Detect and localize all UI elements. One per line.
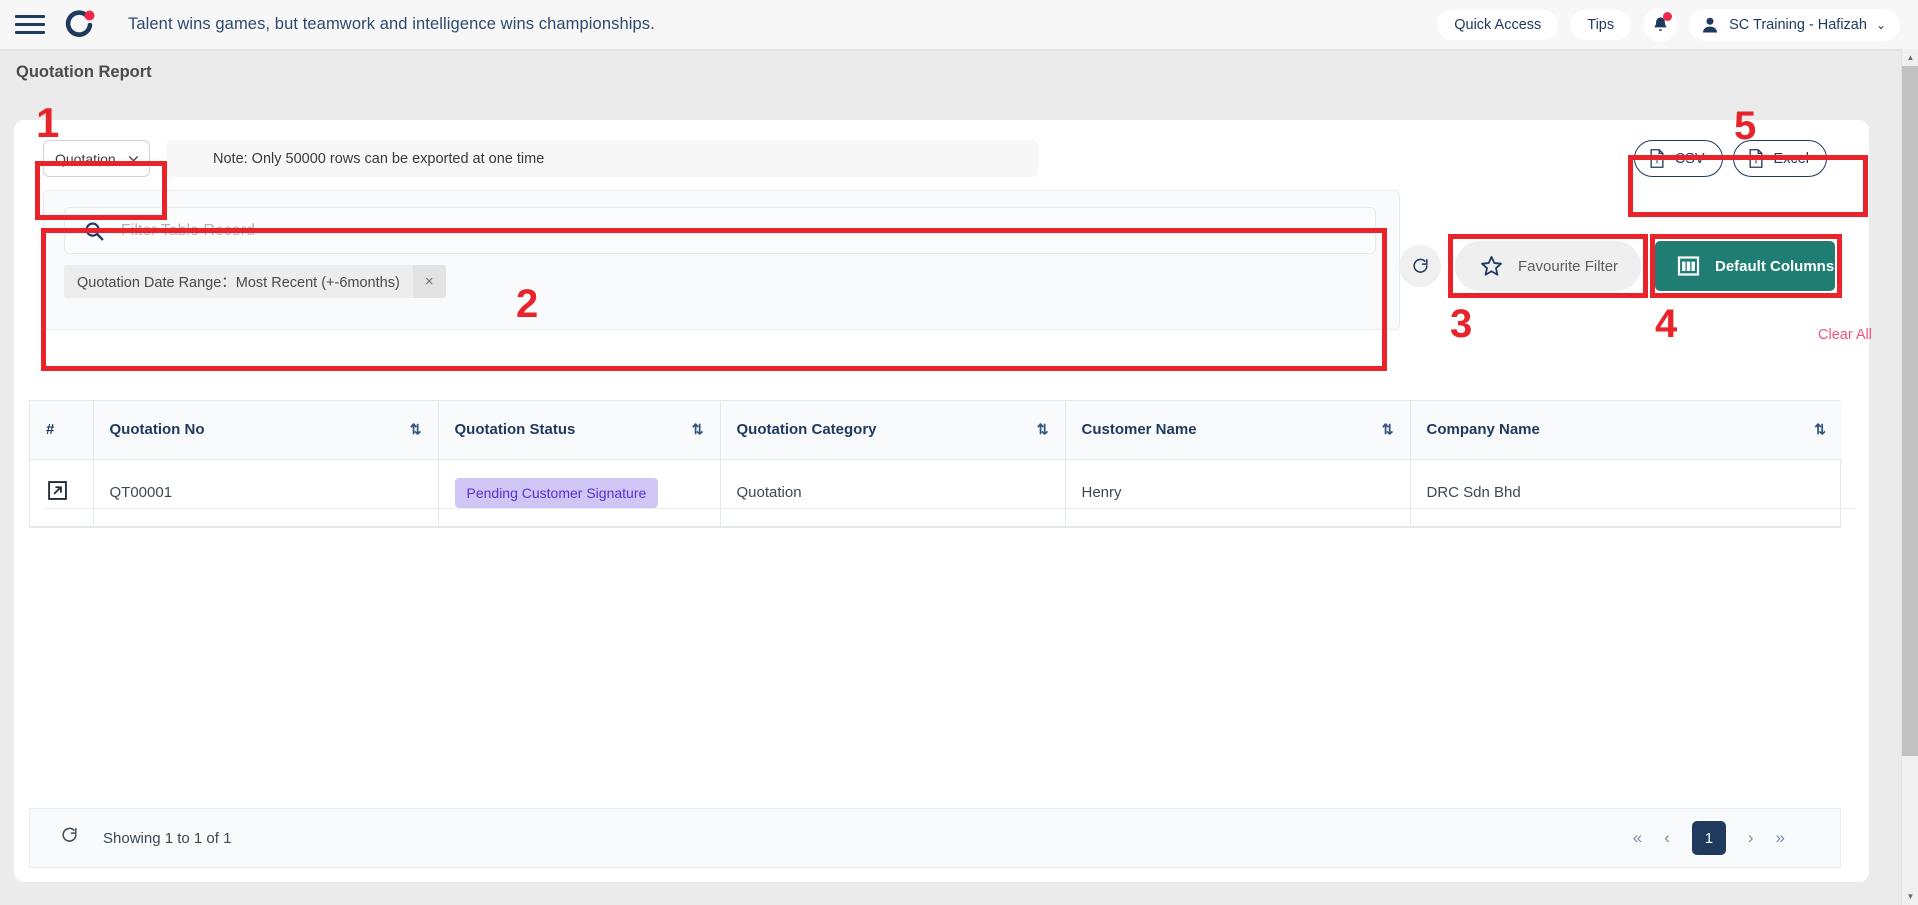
annotation-number-2: 2 (516, 282, 539, 326)
search-icon (85, 222, 104, 240)
sort-toggle-icon[interactable]: ⇅ (410, 421, 422, 438)
column-header-quotation-category[interactable]: Quotation Category ⇅ (720, 401, 1066, 460)
annotation-number-4: 4 (1655, 302, 1678, 346)
file-export-icon: x (1749, 149, 1763, 168)
column-header-label: Company Name (1426, 421, 1540, 439)
page-title: Quotation Report (16, 63, 152, 81)
cell-quotation-status: Pending Customer Signature (438, 459, 721, 527)
column-header-quotation-no[interactable]: Quotation No ⇅ (93, 401, 439, 460)
pagination: « ‹ 1 › » (1633, 821, 1840, 855)
pagination-page-1[interactable]: 1 (1691, 821, 1726, 855)
default-columns-label: Default Columns (1715, 257, 1835, 275)
showing-count-label: Showing 1 to 1 of 1 (103, 829, 232, 847)
sort-toggle-icon[interactable]: ⇅ (1814, 421, 1826, 438)
pagination-next-button[interactable]: › (1748, 828, 1754, 848)
app-root: Talent wins games, but teamwork and inte… (0, 0, 1918, 905)
table-row: QT00001 Pending Customer Signature Quota… (30, 459, 1842, 527)
annotation-number-1: 1 (36, 99, 60, 146)
footer-left-group: Showing 1 to 1 of 1 (30, 826, 231, 850)
pagination-first-button[interactable]: « (1633, 828, 1642, 848)
sort-toggle-icon[interactable]: ⇅ (1382, 421, 1394, 438)
column-header-label: Quotation Status (454, 421, 576, 439)
column-header-label: Customer Name (1081, 421, 1197, 439)
columns-icon (1677, 256, 1700, 276)
table-footer: Showing 1 to 1 of 1 « ‹ 1 › » (29, 808, 1841, 868)
sort-toggle-icon[interactable]: ⇅ (692, 421, 704, 438)
chevron-down-icon: ⌄ (1875, 17, 1886, 32)
annotation-number-3: 3 (1450, 302, 1473, 346)
clear-all-button[interactable]: Clear All (1818, 327, 1872, 343)
report-table: # Quotation No ⇅ Quotation Status ⇅ Quot… (30, 401, 1842, 527)
scrollbar-thumb[interactable] (1902, 66, 1918, 756)
export-toolbar: Quotation Note: Only 50000 rows can be e… (14, 120, 1869, 185)
file-export-icon: x (1650, 149, 1664, 168)
export-buttons-group: x CSV x Excel (1633, 140, 1827, 177)
default-columns-button[interactable]: Default Columns (1655, 241, 1835, 291)
footer-refresh-button[interactable] (60, 826, 79, 850)
svg-text:x: x (1655, 159, 1659, 166)
notification-badge-dot (1663, 11, 1673, 21)
cell-customer-name: Henry (1065, 459, 1411, 527)
user-account-menu[interactable]: SC Training - Hafizah ⌄ (1689, 8, 1900, 41)
tips-button[interactable]: Tips (1570, 9, 1632, 40)
star-icon (1481, 255, 1502, 276)
avatar-icon (1703, 17, 1718, 32)
column-header-label: Quotation Category (736, 421, 877, 439)
page-scrollbar[interactable]: ▲ ▼ (1901, 49, 1918, 905)
export-csv-button[interactable]: x CSV (1633, 140, 1723, 177)
pagination-prev-button[interactable]: ‹ (1664, 828, 1670, 848)
column-header-company-name[interactable]: Company Name ⇅ (1410, 401, 1842, 460)
active-filter-chips: Quotation Date Range：Most Recent (+-6mon… (64, 265, 446, 298)
hamburger-menu-icon[interactable] (15, 12, 45, 38)
sort-toggle-icon[interactable]: ⇅ (1037, 421, 1049, 438)
refresh-filters-button[interactable] (1399, 245, 1441, 287)
export-csv-label: CSV (1674, 150, 1705, 167)
export-excel-label: Excel (1773, 150, 1809, 167)
notification-bell-button[interactable] (1643, 7, 1678, 42)
report-table-wrapper: # Quotation No ⇅ Quotation Status ⇅ Quot… (29, 400, 1842, 528)
row-open-cell (30, 459, 94, 527)
module-select-value: Quotation (55, 150, 116, 167)
table-body: QT00001 Pending Customer Signature Quota… (30, 459, 1842, 527)
brand-logo-svg (65, 9, 95, 37)
column-header-customer-name[interactable]: Customer Name ⇅ (1065, 401, 1411, 460)
search-input[interactable] (121, 221, 1321, 240)
export-note-text: Note: Only 50000 rows can be exported at… (213, 150, 545, 167)
quick-access-button[interactable]: Quick Access (1437, 9, 1559, 40)
cell-quotation-no: QT00001 (93, 459, 439, 527)
scrollbar-up-arrow-icon[interactable]: ▲ (1902, 49, 1918, 66)
annotation-number-5: 5 (1734, 104, 1757, 148)
column-header-label: Quotation No (109, 421, 205, 439)
column-header-quotation-status[interactable]: Quotation Status ⇅ (438, 401, 721, 460)
headline-text: Talent wins games, but teamwork and inte… (128, 15, 655, 33)
column-header-label: # (46, 421, 55, 439)
topbar-actions: Quick Access Tips SC Training - Hafizah … (1437, 7, 1900, 42)
pagination-last-button[interactable]: » (1776, 828, 1785, 848)
external-link-svg (48, 481, 67, 500)
user-name-label: SC Training - Hafizah (1729, 16, 1867, 33)
filter-panel: Quotation Date Range：Most Recent (+-6mon… (43, 190, 1400, 330)
filter-chip-label: Quotation Date Range：Most Recent (+-6mon… (77, 275, 400, 291)
favourite-filter-button[interactable]: Favourite Filter (1455, 241, 1641, 291)
table-head: # Quotation No ⇅ Quotation Status ⇅ Quot… (30, 401, 1842, 460)
filter-chip[interactable]: Quotation Date Range：Most Recent (+-6mon… (64, 265, 446, 298)
column-header-hash[interactable]: # (30, 401, 94, 460)
svg-text:x: x (1754, 159, 1758, 166)
external-link-icon[interactable] (46, 479, 69, 506)
status-badge: Pending Customer Signature (454, 477, 659, 508)
chevron-down-icon (129, 156, 138, 162)
export-note: Note: Only 50000 rows can be exported at… (166, 140, 1038, 177)
scrollbar-down-arrow-icon[interactable]: ▼ (1902, 888, 1918, 905)
top-navigation-bar: Talent wins games, but teamwork and inte… (0, 0, 1918, 49)
table-header-row: # Quotation No ⇅ Quotation Status ⇅ Quot… (30, 401, 1842, 460)
favourite-filter-label: Favourite Filter (1518, 257, 1619, 275)
cell-company-name: DRC Sdn Bhd (1410, 459, 1842, 527)
filter-chip-remove-icon[interactable]: × (412, 265, 446, 298)
brand-logo-icon[interactable] (62, 8, 96, 42)
cell-quotation-category: Quotation (720, 459, 1066, 527)
search-field-wrapper[interactable] (64, 207, 1376, 254)
refresh-icon (1412, 258, 1428, 273)
refresh-icon (62, 827, 77, 842)
